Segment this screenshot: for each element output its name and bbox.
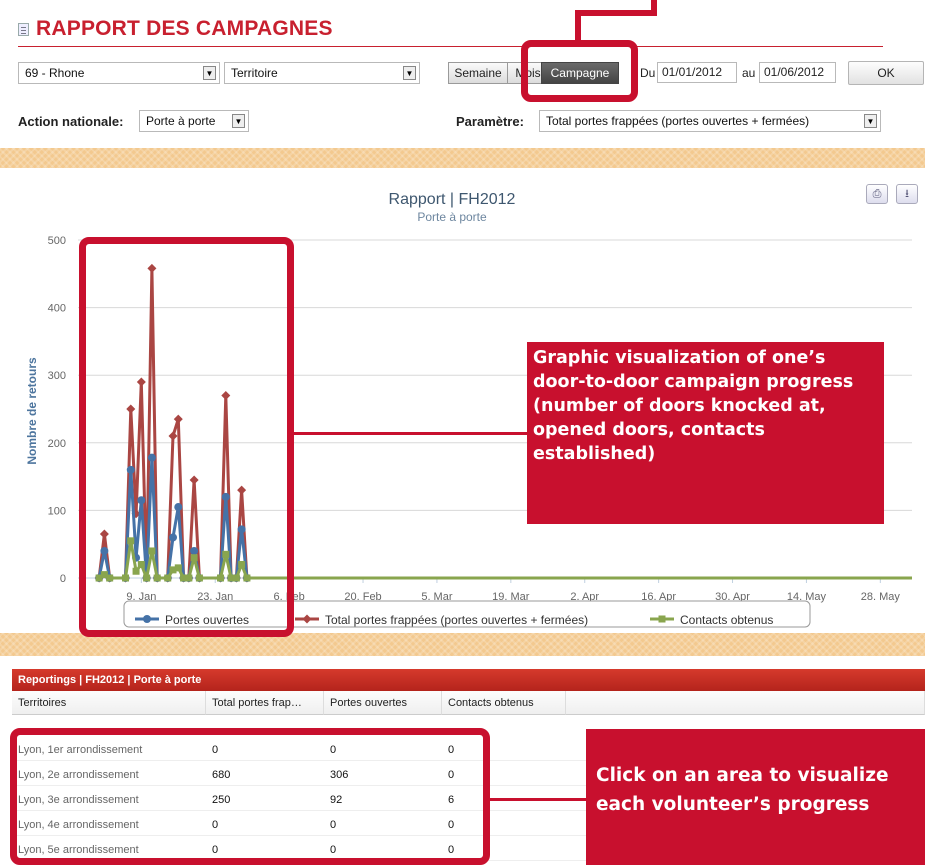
y-tick-label: 500 — [48, 235, 66, 247]
column-header-empty — [566, 691, 925, 715]
chart-callout: Graphic visualization of one’s door-to-d… — [527, 342, 884, 524]
y-tick-label: 300 — [48, 370, 66, 382]
annotation-line — [575, 10, 657, 16]
parameter-select-value: Total portes frappées (portes ouvertes +… — [546, 114, 810, 128]
scope-select[interactable]: Territoire ▼ — [224, 62, 420, 84]
y-tick-label: 100 — [48, 505, 66, 517]
action-select-value: Porte à porte — [146, 114, 216, 128]
y-tick-label: 400 — [48, 303, 66, 315]
title-divider — [18, 46, 883, 47]
y-tick-label: 200 — [48, 438, 66, 450]
y-axis-label: Nombre de retours — [25, 357, 39, 465]
annotation-line — [294, 432, 528, 435]
parameter-select[interactable]: Total portes frappées (portes ouvertes +… — [539, 110, 881, 132]
to-date-input[interactable]: 01/06/2012 — [759, 62, 836, 83]
scope-select-value: Territoire — [231, 66, 278, 80]
column-header-total[interactable]: Total portes frap… — [206, 691, 324, 715]
action-select[interactable]: Porte à porte ▼ — [139, 110, 249, 132]
column-header-contacts[interactable]: Contacts obtenus — [442, 691, 566, 715]
chevron-down-icon[interactable]: ▼ — [232, 114, 245, 128]
document-icon — [18, 23, 29, 36]
y-tick-label: 0 — [60, 573, 66, 585]
annotation-line — [490, 798, 586, 801]
parametre-label: Paramètre: — [456, 114, 524, 129]
chart-panel: ⎙ ⭳ 0 100 200 300 400 500 9. Jan 23. Jan 6. Feb 2… — [0, 168, 925, 637]
from-date-input[interactable]: 01/01/2012 — [657, 62, 737, 83]
action-nationale-label: Action nationale: — [18, 114, 124, 129]
column-header-ouvertes[interactable]: Portes ouvertes — [324, 691, 442, 715]
column-header-territoires[interactable]: Territoires — [12, 691, 206, 715]
x-tick-label: 28. May — [861, 591, 901, 603]
department-select[interactable]: 69 - Rhone ▼ — [18, 62, 220, 84]
table-title: Reportings | FH2012 | Porte à porte — [12, 669, 925, 691]
chart-subtitle: Porte à porte — [417, 210, 487, 224]
to-date-label: au — [742, 66, 756, 80]
report-filter-panel: RAPPORT DES CAMPAGNES 69 - Rhone ▼ Terri… — [0, 0, 925, 148]
chevron-down-icon[interactable]: ▼ — [203, 66, 216, 80]
chevron-down-icon[interactable]: ▼ — [403, 66, 416, 80]
chevron-down-icon[interactable]: ▼ — [864, 114, 877, 128]
department-select-value: 69 - Rhone — [25, 66, 85, 80]
legend-item-label[interactable]: Contacts obtenus — [680, 613, 773, 627]
page-title: RAPPORT DES CAMPAGNES — [36, 17, 333, 40]
annotation-highlight-campagne — [521, 40, 638, 102]
table-callout: Click on an area to visualize each volun… — [586, 729, 925, 865]
tab-semaine[interactable]: Semaine — [448, 62, 508, 84]
reportings-table-panel: Reportings | FH2012 | Porte à porte Terr… — [0, 656, 925, 865]
legend-marker — [658, 615, 666, 623]
chart-title: Rapport | FH2012 — [389, 191, 516, 208]
legend-item-label[interactable]: Total portes frappées (portes ouvertes +… — [325, 613, 588, 627]
annotation-highlight-rows — [10, 728, 490, 865]
ok-button[interactable]: OK — [848, 61, 924, 85]
annotation-line — [575, 10, 581, 44]
annotation-highlight-peaks — [79, 237, 294, 637]
from-date-label: Du — [640, 66, 656, 80]
